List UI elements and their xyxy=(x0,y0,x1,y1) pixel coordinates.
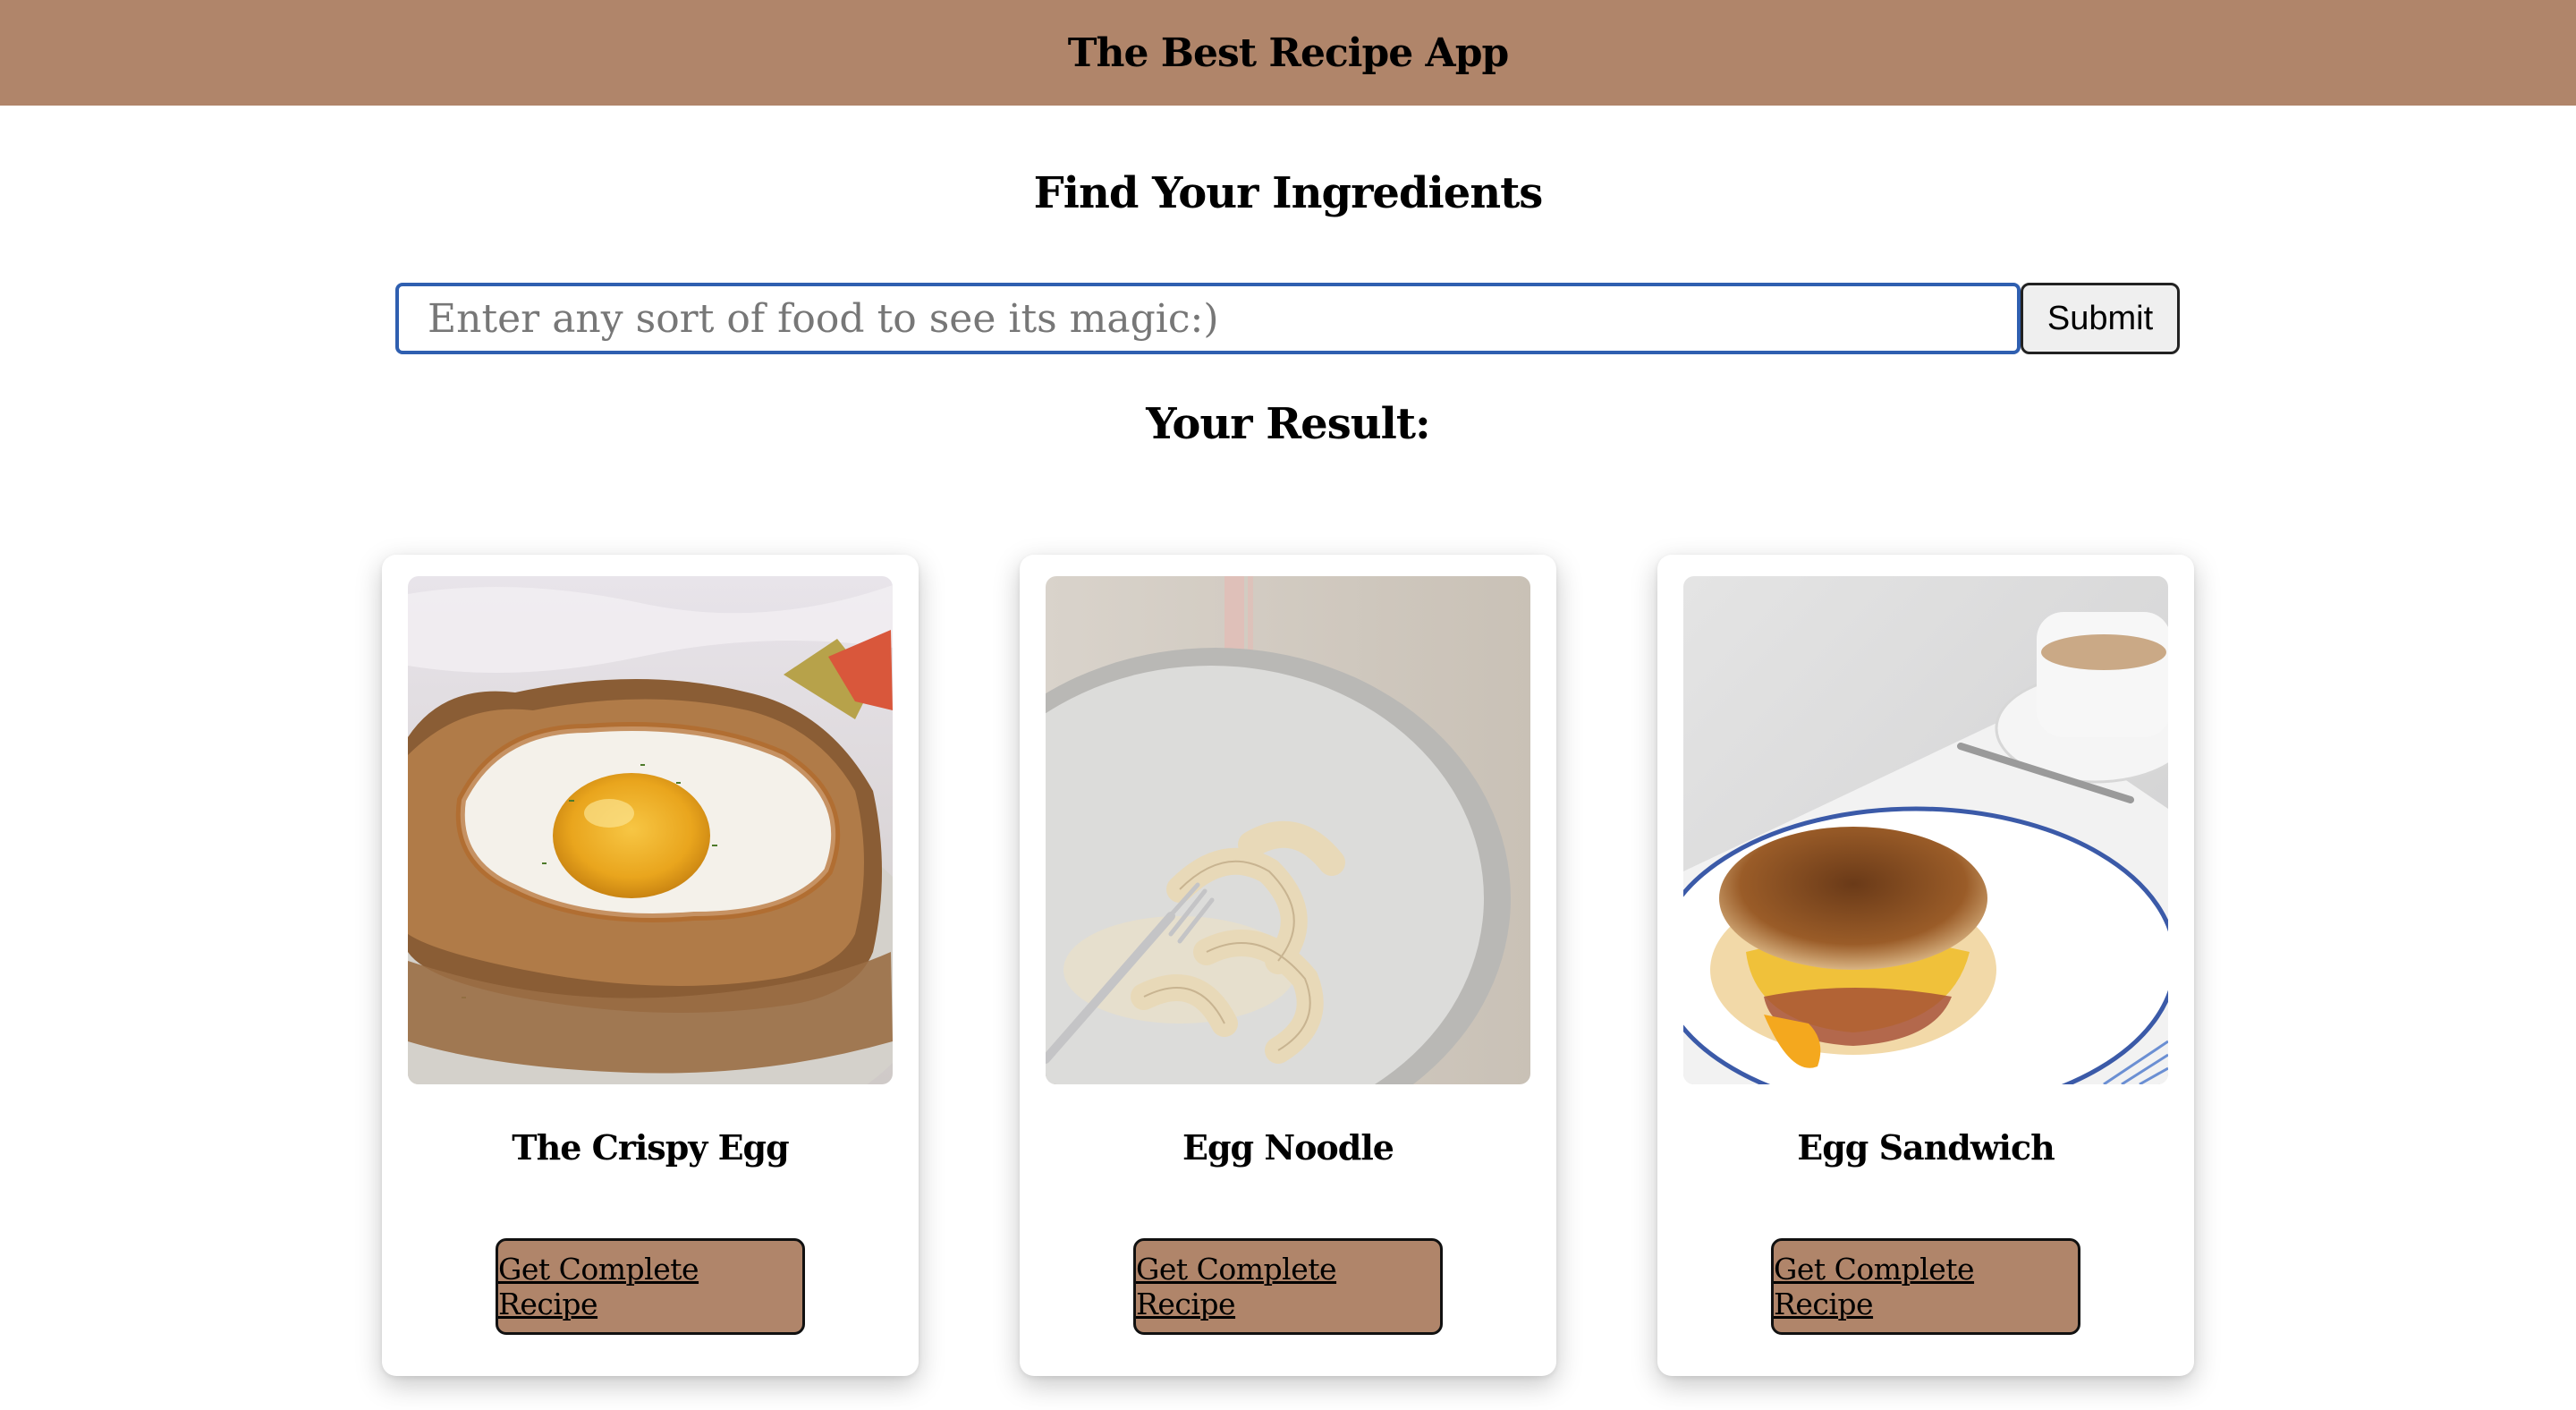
recipe-title: Egg Sandwich xyxy=(1797,1127,2055,1168)
results-grid: The Crispy Egg Get Complete Recipe Egg N… xyxy=(382,555,2194,1376)
app-header: The Best Recipe App xyxy=(0,0,2576,106)
recipe-image-egg-sandwich xyxy=(1683,576,2168,1084)
recipe-image-egg-noodle xyxy=(1046,576,1530,1084)
get-recipe-button[interactable]: Get Complete Recipe xyxy=(1133,1238,1443,1335)
recipe-image-crispy-egg xyxy=(408,576,893,1084)
recipe-title: The Crispy Egg xyxy=(512,1127,789,1168)
submit-button[interactable]: Submit xyxy=(2021,283,2180,354)
recipe-card: Egg Sandwich Get Complete Recipe xyxy=(1657,555,2194,1376)
get-recipe-button[interactable]: Get Complete Recipe xyxy=(1771,1238,2080,1335)
app-title: The Best Recipe App xyxy=(1067,30,1509,76)
search-section-title: Find Your Ingredients xyxy=(1033,168,1544,218)
recipe-title: Egg Noodle xyxy=(1182,1127,1394,1168)
get-recipe-button[interactable]: Get Complete Recipe xyxy=(496,1238,805,1335)
results-section-title: Your Result: xyxy=(1146,399,1430,449)
recipe-card: The Crispy Egg Get Complete Recipe xyxy=(382,555,919,1376)
search-input[interactable] xyxy=(395,283,2021,354)
recipe-card: Egg Noodle Get Complete Recipe xyxy=(1020,555,1556,1376)
search-form: Submit xyxy=(395,283,2180,354)
